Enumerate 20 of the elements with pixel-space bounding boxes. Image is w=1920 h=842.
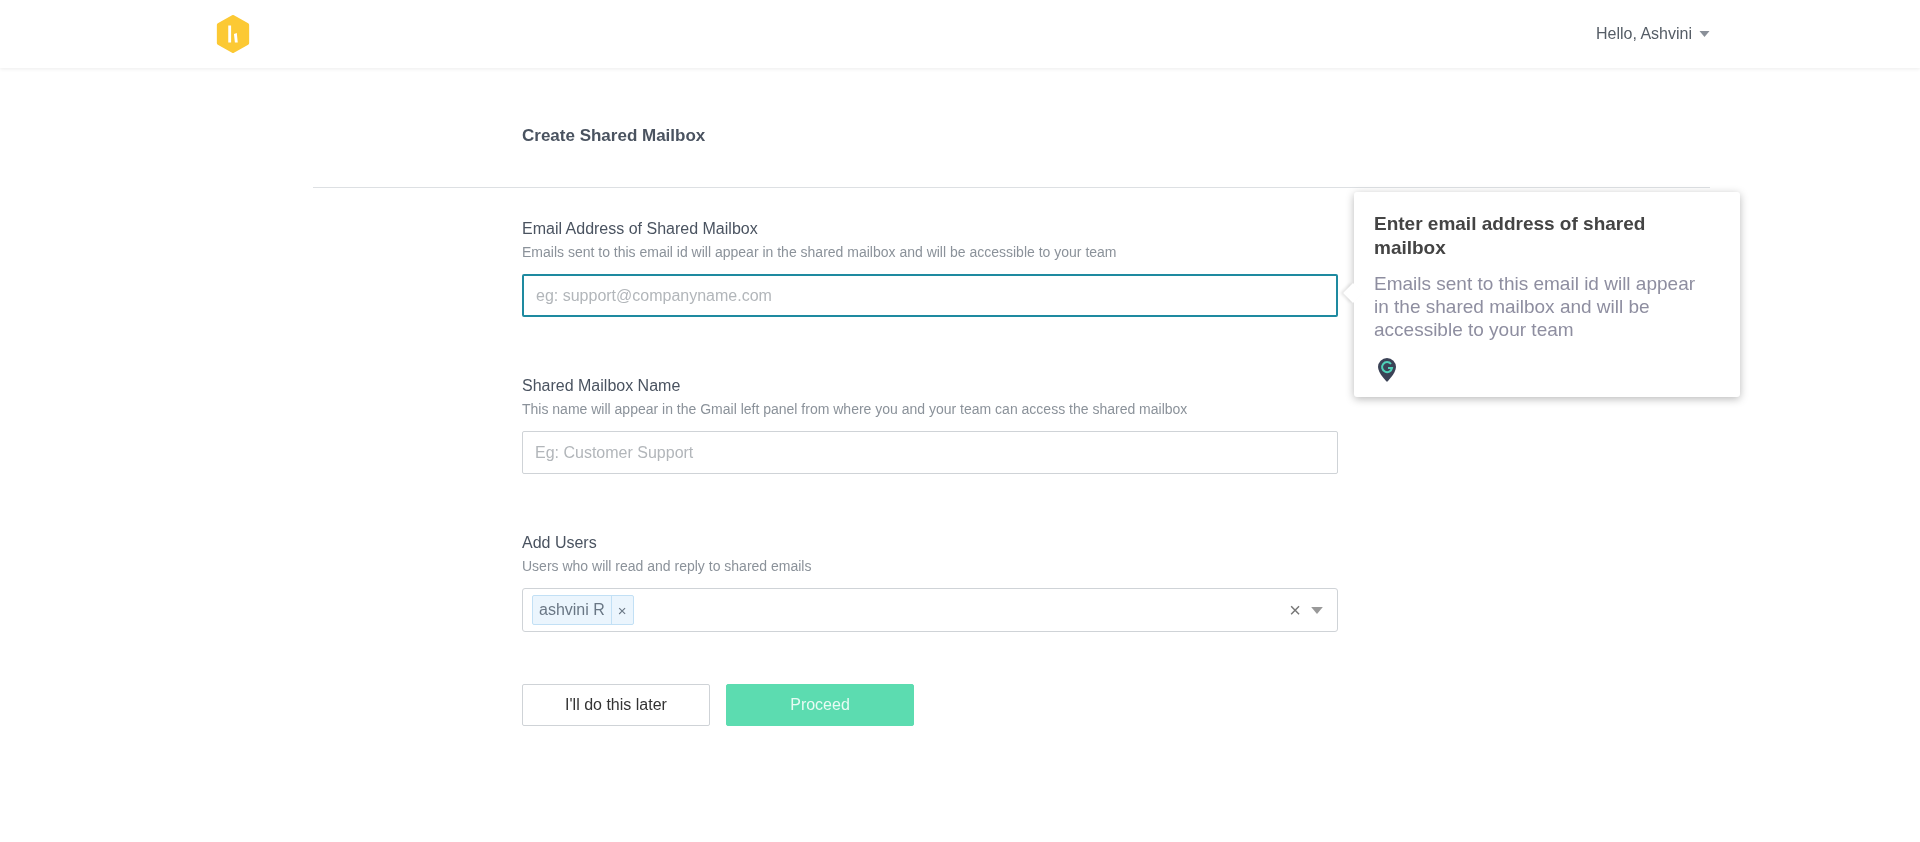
- user-select-field[interactable]: ashvini R × ×: [522, 588, 1338, 632]
- caret-icon: [1699, 31, 1710, 37]
- remove-tag-button[interactable]: ×: [610, 596, 633, 624]
- later-button[interactable]: I'll do this later: [522, 684, 710, 726]
- text-input-field[interactable]: eg: support@companyname.com: [522, 274, 1338, 317]
- tooltip-text: Emails sent to this email id will appear in the shared mailbox and will be accessible to your team: [1374, 272, 1697, 341]
- field-label: Shared Mailbox Name: [522, 377, 682, 395]
- field-description: This name will appear in the Gmail left panel from where you and your team can access the shared mailbox: [522, 401, 1189, 417]
- location-pin-icon: [1377, 357, 1397, 383]
- logo-icon[interactable]: [214, 15, 252, 53]
- tag-label: ashvini R: [538, 601, 606, 619]
- field-description: Emails sent to this email id will appear in the shared mailbox and will be accessible to your team: [522, 244, 1118, 260]
- page-title: Create Shared Mailbox: [522, 126, 707, 146]
- user-menu[interactable]: Hello, Ashvini: [1595, 25, 1710, 43]
- clear-button[interactable]: ×: [1289, 598, 1301, 622]
- caret-icon[interactable]: [1311, 606, 1323, 614]
- tooltip-title: Enter email address of shared mailbox: [1374, 212, 1647, 260]
- field-label: Email Address of Shared Mailbox: [522, 220, 759, 238]
- field-label: Add Users: [522, 534, 598, 552]
- field-description: Users who will read and reply to shared emails: [522, 558, 813, 574]
